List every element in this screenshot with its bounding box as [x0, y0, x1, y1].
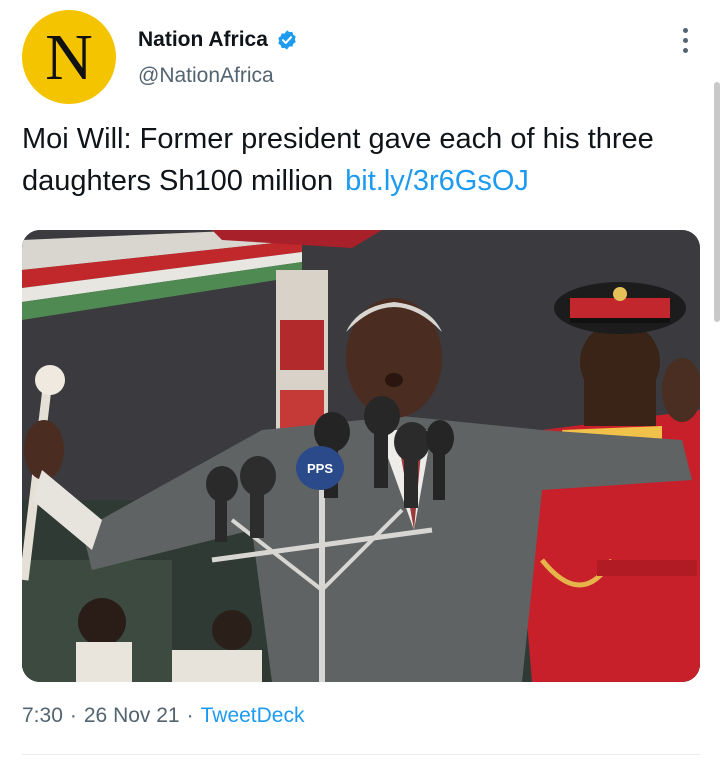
- mic-label: PPS: [307, 461, 333, 476]
- tweet-text: Moi Will: Former president gave each of …: [22, 118, 692, 202]
- tweet-link[interactable]: bit.ly/3r6GsOJ: [345, 165, 529, 197]
- avatar-letter: N: [45, 21, 93, 94]
- photo-illustration: PPS: [22, 230, 700, 682]
- tweet-body: Moi Will: Former president gave each of …: [22, 123, 654, 197]
- more-options-button[interactable]: [672, 22, 698, 58]
- author-display-name[interactable]: Nation Africa: [138, 28, 268, 52]
- tweet-time[interactable]: 7:30: [22, 704, 63, 728]
- tweet-card[interactable]: N Nation Africa @NationAfrica Moi Will: …: [0, 0, 720, 760]
- author-avatar[interactable]: N: [22, 10, 116, 104]
- scrollbar[interactable]: [714, 82, 720, 322]
- verified-badge-icon: [278, 30, 296, 50]
- author-name-row[interactable]: Nation Africa: [138, 28, 298, 52]
- meta-separator: ·: [69, 704, 77, 727]
- more-vertical-icon: [682, 27, 688, 33]
- meta-separator-2: ·: [186, 704, 194, 727]
- tweet-meta: 7:30 · 26 Nov 21 · TweetDeck: [22, 704, 304, 728]
- author-handle[interactable]: @NationAfrica: [138, 64, 274, 88]
- divider: [22, 754, 700, 755]
- tweet-date[interactable]: 26 Nov 21: [84, 704, 180, 728]
- tweet-photo[interactable]: PPS: [22, 230, 700, 682]
- tweet-source[interactable]: TweetDeck: [201, 704, 305, 728]
